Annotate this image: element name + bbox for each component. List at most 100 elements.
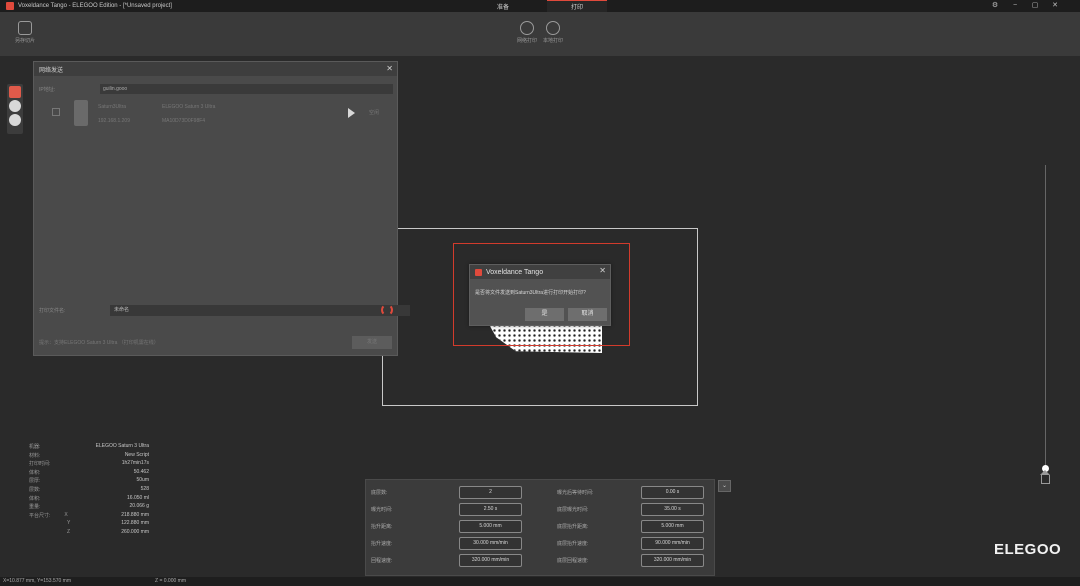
tab-prepare[interactable]: 准备 [473,0,533,12]
param-value: 0.00 s [641,486,704,499]
tab-print[interactable]: 打印 [547,0,607,12]
ip-label: IP地址: [39,87,56,93]
info-label: 打印时间: [29,461,51,468]
network-print-icon [520,21,534,35]
side-toolbar [7,84,23,134]
info-row: 重量: 20.066 g [29,503,149,512]
axis-y: Y [67,520,71,527]
toolbar: 另存切片 网络打印 本地打印 [0,12,1080,56]
info-row: 材料: New Script [29,452,149,461]
param-label: 曝光时间: [371,507,393,513]
print-params-panel: 底层数: 2 曝光时间: 2.50 s 抬升距离: 5.000 mm 抬升速度: 30.… [365,479,715,576]
info-label: 机器: [29,444,41,450]
close-icon[interactable]: ✕ [599,266,606,275]
info-value: 528 [140,485,149,492]
confirm-header: Voxeldance Tango ✕ [470,265,610,279]
chevron-down-icon: ⌄ [721,483,728,489]
info-value: 50.462 [133,468,149,475]
app-logo-icon [6,2,14,10]
info-value: 20.066 g [129,503,149,510]
info-row: 体积: 16.050 ml [29,495,149,504]
play-icon[interactable] [348,108,355,118]
brand-logo: ELEGOO [994,541,1062,558]
ip-input[interactable]: guilin.gooo [100,84,393,94]
cursor-coords: X=10.877 mm, Y=153.570 mm [3,578,72,584]
size-z-value: 260.000 mm [121,528,149,535]
close-window-icon[interactable]: ✕ [1050,1,1060,11]
save-slice-icon [18,21,32,35]
device-checkbox[interactable] [52,108,60,116]
send-button[interactable]: 发送 [352,336,392,349]
info-row: 机器: ELEGOO Saturn 3 Ultra [29,443,149,452]
size-row-x: 平台尺寸: X 218.880 mm [29,512,149,521]
axis-x: X [64,511,68,518]
printer-thumbnail-icon [74,100,88,126]
param-value: 320.000 mm/min [459,554,522,567]
local-print-button[interactable]: 本地打印 [538,21,568,44]
settings-icon[interactable]: ⚙ [990,1,1000,11]
info-value: 1h27min17s [121,460,149,467]
param-label: 底层回程速度: [557,558,589,564]
file-name-input[interactable]: 未命名 [110,305,410,316]
file-name-label: 打印文件名: [39,308,66,314]
minimize-icon[interactable]: − [1010,1,1020,11]
info-label: 体积: [29,469,41,476]
network-send-dialog: 网络发送 ✕ IP地址: guilin.gooo Saturn3Ultra EL… [33,61,410,356]
info-label: 层厚: [29,478,41,485]
device-row[interactable]: Saturn3Ultra ELEGOO Saturn 3 Ultra 192.1… [52,100,392,130]
info-value: 50um [136,477,149,484]
param-value: 30.000 mm/min [459,537,522,550]
device-model: ELEGOO Saturn 3 Ultra [162,104,216,110]
dialog-title: 网络发送 [39,67,64,74]
info-value: New Script [124,451,149,458]
yes-button[interactable]: 是 [525,308,564,321]
device-name: Saturn3Ultra [98,104,127,110]
param-label: 回程速度: [371,558,393,564]
param-label: 底层抬升距离: [557,524,589,530]
param-value: 90.000 mm/min [641,537,704,550]
refresh-icon[interactable] [381,304,393,316]
title-bar: Voxeldance Tango - ELEGOO Edition - [*Un… [0,0,1080,12]
size-row-z: Z 260.000 mm [29,529,149,538]
size-row-y: Y 122.880 mm [29,520,149,529]
confirm-message: 是否将文件发送到Saturn3Ultra进行打印开始打印? [475,290,586,296]
printer-tool-icon[interactable] [9,100,21,112]
axis-z: Z [67,528,71,535]
window-title: Voxeldance Tango - ELEGOO Edition - [*Un… [18,3,172,9]
size-x-value: 218.880 mm [121,511,149,518]
local-print-icon [546,21,560,35]
save-slice-label: 另存切片 [14,38,35,44]
dialog-header: 网络发送 ✕ [34,62,397,76]
param-label: 抬升速度: [371,541,393,547]
app-logo-icon [475,268,482,276]
param-label: 曝光后等待时间: [557,490,594,496]
info-row: 层数: 528 [29,486,149,495]
param-value: 5.000 mm [459,520,522,533]
cancel-button[interactable]: 取消 [568,308,607,321]
save-slice-button[interactable]: 另存切片 [10,21,40,44]
param-value: 35.00 s [641,503,704,516]
info-label: 体积: [29,495,41,502]
param-label: 底层抬升速度: [557,541,589,547]
info-label: 重量: [29,504,41,511]
info-value: ELEGOO Saturn 3 Ultra [95,443,149,449]
info-value: 16.050 ml [127,494,149,501]
layer-slider-track[interactable] [1045,165,1046,470]
close-icon[interactable]: ✕ [386,64,393,73]
device-id: MA10D73D0F98F4 [162,118,206,124]
collapse-params-button[interactable]: ⌄ [718,480,731,492]
home-icon[interactable] [1040,470,1050,484]
param-value: 5.000 mm [641,520,704,533]
device-status: 空闲 [369,110,380,116]
camera-tool-icon[interactable] [9,114,21,126]
status-bar: X=10.877 mm, Y=153.570 mm Z = 0.000 mm [0,577,1080,586]
view-tool-icon[interactable] [9,86,21,98]
param-value: 320.000 mm/min [641,554,704,567]
param-value: 2.50 s [459,503,522,516]
info-row: 打印时间: 1h27min17s [29,460,149,469]
maximize-icon[interactable]: ▢ [1030,1,1040,11]
info-row: 层厚: 50um [29,477,149,486]
param-value: 2 [459,486,522,499]
confirm-title: Voxeldance Tango [486,268,544,276]
size-y-value: 122.880 mm [121,520,149,527]
